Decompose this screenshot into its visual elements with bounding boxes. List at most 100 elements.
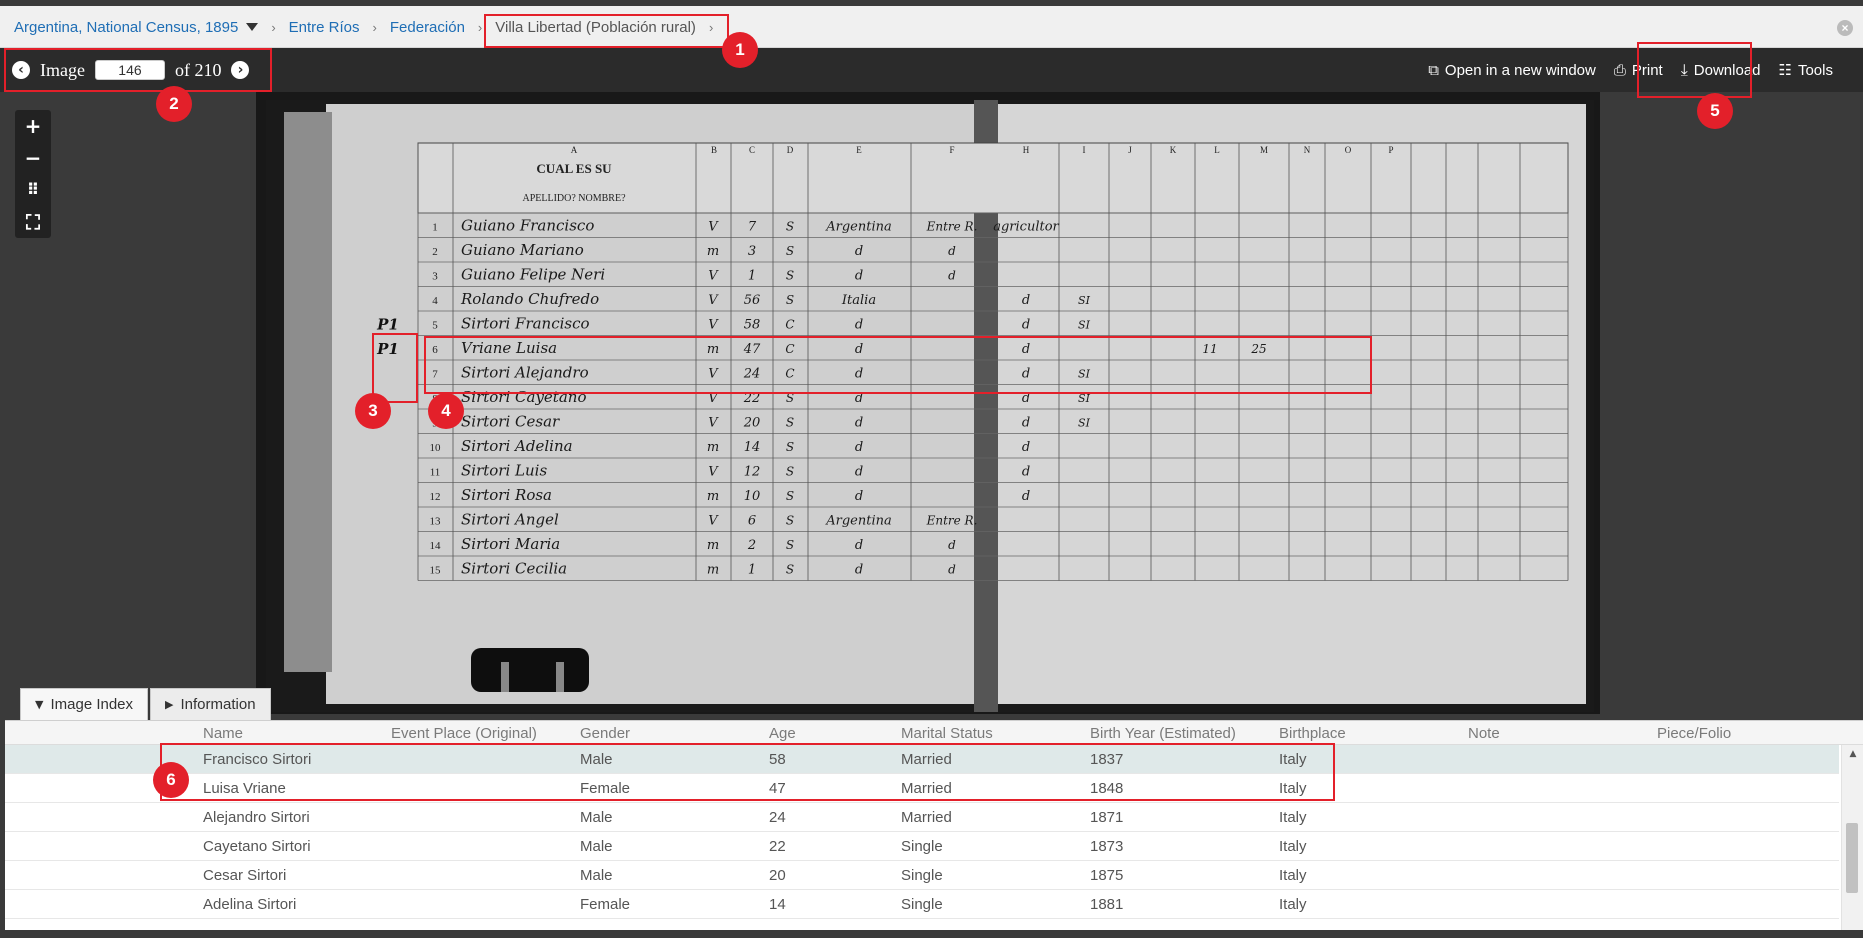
ledger-handwritten-sex: V [708,318,719,333]
ledger-handwritten-nation: d [855,244,863,259]
chevron-right-icon: › [477,19,483,35]
ledger-handwritten-age: 1 [748,563,756,578]
tools-button[interactable]: ☷ Tools [1779,61,1833,79]
ledger-handwritten-name: Sirtori Maria [461,535,560,553]
breadcrumb-collection-link[interactable]: Argentina, National Census, 1895 [14,19,238,36]
breadcrumb-bar: Argentina, National Census, 1895 › Entre… [0,6,1863,48]
ledger-handwritten-occupation: d [1022,489,1030,504]
column-header-birth-year[interactable]: Birth Year (Estimated) [1090,725,1236,742]
close-icon[interactable]: × [1837,20,1853,36]
ledger-handwritten-sex: m [707,538,719,553]
ledger-header-subtitle: APELLIDO? NOMBRE? [522,193,626,204]
image-viewer[interactable]: + − ⠿ ⛶ A B C D E F H I J K L M N O P CUAL ES SU APELLID… [0,92,1863,718]
printer-icon: ⎙ [1613,61,1626,79]
cell-birthplace: Italy [1279,867,1307,884]
table-row[interactable]: Adelina Sirtori Female 14 Single 1881 It… [5,890,1839,919]
ledger-handwritten-age: 56 [744,293,761,308]
ledger-handwritten-status: S [786,293,794,307]
ledger-handwritten-nation: d [855,269,863,284]
breadcrumb-department-link[interactable]: Federación [390,19,465,36]
ledger-handwritten-status: S [786,563,794,577]
ledger-column-letter: F [949,145,954,155]
ledger-column-letter: L [1214,145,1220,155]
ledger-handwritten-nation: d [855,416,863,431]
ledger-handwritten-occupation: d [1022,318,1030,333]
tab-image-index-label: Image Index [50,696,134,713]
table-row[interactable]: Cesar Sirtori Male 20 Single 1875 Italy [5,861,1839,890]
ledger-handwritten-age: 14 [744,440,761,455]
ledger-column-letter: C [749,145,755,155]
column-header-marital-status[interactable]: Marital Status [901,725,993,742]
ledger-handwritten-status: C [785,318,794,332]
ledger-handwritten-age: 2 [747,538,756,553]
ledger-handwritten-name: Sirtori Angel [461,511,559,529]
ledger-handwritten-status: S [786,416,794,430]
ledger-handwritten-occupation: d [1022,440,1030,455]
ledger-handwritten-status: S [786,269,794,283]
ledger-column-letter: K [1170,145,1177,155]
fullscreen-icon[interactable]: ⛶ [15,206,51,238]
cell-age: 24 [769,809,786,826]
ledger-row-number: 5 [432,320,438,332]
gallery-grid-icon[interactable]: ⠿ [15,174,51,206]
open-new-window-button[interactable]: ⧉ Open in a new window [1428,61,1596,79]
ledger-handwritten-occupation: agricultor [993,220,1059,235]
cell-birth-year: 1871 [1090,809,1124,826]
ledger-handwritten-name: Guiano Mariano [461,241,584,259]
caret-down-icon: ▼ [35,698,44,711]
column-header-birthplace[interactable]: Birthplace [1279,725,1346,742]
column-header-piece-folio[interactable]: Piece/Folio [1657,725,1731,742]
ledger-handwritten-name: Sirtori Rosa [461,486,552,504]
annotation-badge-6: 6 [153,762,189,798]
tab-information-label: Information [180,696,256,713]
column-header-note[interactable]: Note [1468,725,1500,742]
cell-name: Alejandro Sirtori [203,809,310,826]
table-scrollbar[interactable]: ▲ [1841,745,1863,938]
panel-tabs: ▼ Image Index ▶ Information [20,688,273,720]
ledger-row-number: 12 [430,491,441,503]
external-window-icon: ⧉ [1428,61,1439,79]
ledger-handwritten-sex: V [708,465,719,480]
table-row[interactable]: Cayetano Sirtori Male 22 Single 1873 Ita… [5,832,1839,861]
ledger-handwritten-province: d [948,244,956,258]
tab-image-index[interactable]: ▼ Image Index [20,688,149,720]
ledger-handwritten-age: 7 [748,220,757,235]
column-header-name[interactable]: Name [203,725,243,742]
ledger-handwritten-nation: d [855,318,863,333]
chevron-right-icon: › [271,19,276,35]
ledger-handwritten-nation: Argentina [825,514,892,529]
zoom-out-icon[interactable]: − [15,142,51,174]
ledger-handwritten-province: d [948,563,956,577]
annotation-box-5 [1637,42,1752,98]
book-binding-clip [471,648,589,692]
cell-name: Cesar Sirtori [203,867,287,884]
collection-dropdown-icon[interactable] [246,23,259,31]
ledger-handwritten-occupation: d [1022,293,1030,308]
column-header-event-place[interactable]: Event Place (Original) [391,725,537,742]
ledger-handwritten-sex: V [708,293,719,308]
ledger-handwritten-nation: d [855,440,863,455]
ledger-handwritten-province: d [948,538,956,552]
zoom-controls: + − ⠿ ⛶ [15,110,51,238]
cell-birth-year: 1881 [1090,896,1124,913]
scroll-up-icon[interactable]: ▲ [1842,749,1863,759]
ledger-handwritten-name: Sirtori Cesar [461,413,560,431]
tab-information[interactable]: ▶ Information [150,688,271,720]
ledger-handwritten-reads: SI [1078,319,1091,332]
ledger-handwritten-name: Guiano Felipe Neri [461,266,605,284]
cell-marital-status: Single [901,867,943,884]
table-row[interactable]: Alejandro Sirtori Male 24 Married 1871 I… [5,803,1839,832]
ledger-handwritten-status: S [786,465,794,479]
ledger-handwritten-age: 6 [748,514,756,529]
ledger-row-number: 4 [432,295,438,307]
scrollbar-thumb[interactable] [1846,823,1858,893]
breadcrumb-province-link[interactable]: Entre Ríos [289,19,360,36]
cell-age: 14 [769,896,786,913]
ledger-handwritten-status: S [786,220,794,234]
column-header-gender[interactable]: Gender [580,725,630,742]
column-header-age[interactable]: Age [769,725,796,742]
zoom-in-icon[interactable]: + [15,110,51,142]
ledger-handwritten-age: 10 [744,489,761,504]
ledger-handwritten-name: Guiano Francisco [461,217,594,235]
ledger-column-letter: N [1304,145,1311,155]
